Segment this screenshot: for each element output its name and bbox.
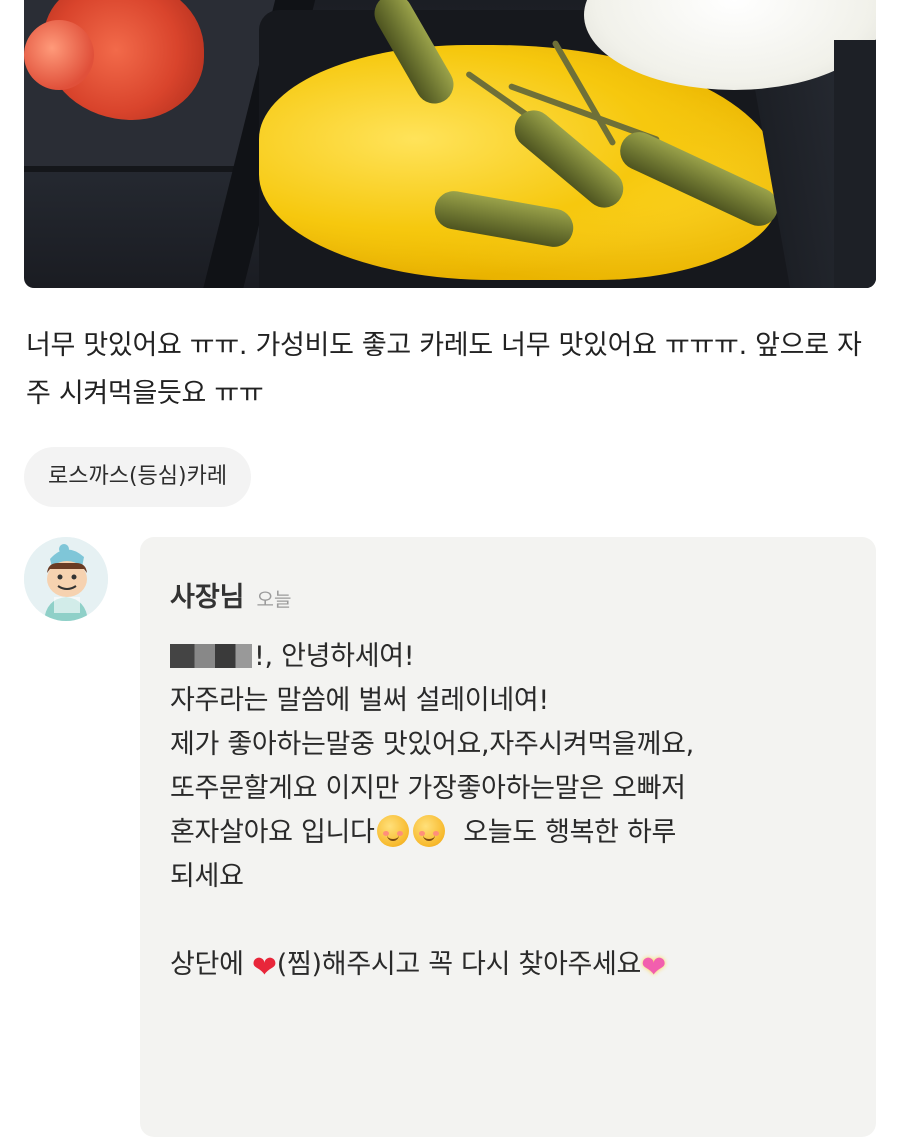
reply-greeting: !, 안녕하세여! [254,641,415,672]
reply-line: 또주문할게요 이지만 가장좋아하는말은 오빠저 [170,773,686,804]
reply-header: 사장님 오늘 [170,575,292,614]
reply-line: 제가 좋아하는말중 맛있어요,자주시켜먹을께요, [170,729,694,760]
reply-line-text: 상단에 [170,949,244,980]
sparkling-heart-icon: ❤ [641,950,666,985]
review-photo[interactable] [24,0,876,288]
reply-line-text: (찜)해주시고 꼭 다시 찾아주세요 [276,949,642,980]
review-text: 너무 맛있어요 ㅠㅠ. 가성비도 좋고 카레도 너무 맛있어요 ㅠㅠㅠ. 앞으로… [26,330,862,409]
smiling-face-icon [412,815,445,847]
red-heart-icon: ❤ [251,950,277,985]
cartoon-chef-icon [24,537,108,621]
owner-reply: 사장님 오늘 !, 안녕하세여! 자주라는 말씀에 벌써 설레이네여! 제가 좋… [140,537,876,1137]
tomato-food [24,20,94,90]
redacted-name [170,644,252,668]
reply-line-text: 오늘도 행복한 하루 [463,817,677,848]
reply-body: !, 안녕하세여! 자주라는 말씀에 벌써 설레이네여! 제가 좋아하는말중 맛… [170,635,860,987]
reply-line: 되세요 [170,861,244,892]
reply-line-text: 혼자살아요 입니다 [170,817,375,848]
reply-line: 자주라는 말씀에 벌써 설레이네여! [170,685,549,716]
reply-line: !, 안녕하세여! [170,635,860,679]
reply-date: 오늘 [256,589,292,611]
owner-name: 사장님 [170,582,245,613]
smiling-face-icon [376,815,409,847]
reply-line: 혼자살아요 입니다 오늘도 행복한 하루 [170,811,860,855]
owner-avatar [24,537,108,621]
tray-wall [834,40,876,288]
menu-tag[interactable]: 로스까스(등심)카레 [24,447,252,507]
reply-line: 상단에 ❤(찜)해주시고 꼭 다시 찾아주세요❤ [170,943,860,987]
